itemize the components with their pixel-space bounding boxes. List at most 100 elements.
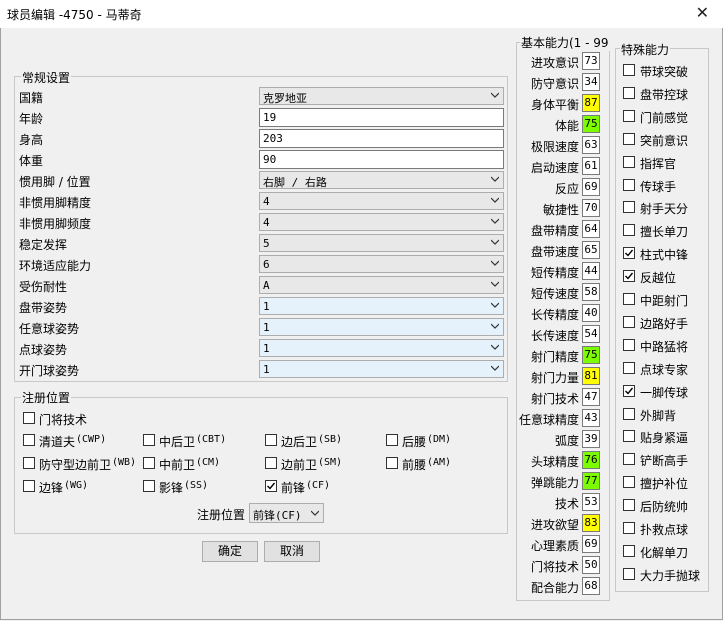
checkbox-box[interactable] <box>623 361 635 374</box>
position-code: (SM) <box>318 457 343 468</box>
ability-value[interactable]: 76 <box>582 451 600 469</box>
ability-value[interactable]: 34 <box>582 73 600 91</box>
checkbox-box[interactable] <box>623 407 635 420</box>
ability-value[interactable]: 58 <box>582 283 600 301</box>
checkbox-box[interactable] <box>623 567 635 580</box>
ability-value[interactable]: 53 <box>582 493 600 511</box>
ability-value[interactable]: 69 <box>582 535 600 553</box>
checkbox-box[interactable] <box>23 434 35 446</box>
ability-value[interactable]: 68 <box>582 577 600 595</box>
checkbox-box[interactable] <box>143 480 155 492</box>
ability-value[interactable]: 61 <box>582 157 600 175</box>
checkbox-box[interactable] <box>23 480 35 492</box>
ability-value[interactable]: 70 <box>582 199 600 217</box>
special-ability-label: 带球突破 <box>640 65 689 79</box>
checkbox-box[interactable] <box>623 315 635 328</box>
checkbox-box[interactable] <box>623 155 635 168</box>
setting-select[interactable]: 4 <box>259 192 504 210</box>
ability-value[interactable]: 40 <box>582 304 600 322</box>
checkbox-box[interactable] <box>23 457 35 469</box>
setting-select[interactable]: 克罗地亚 <box>259 87 504 105</box>
checkbox-box[interactable] <box>623 522 635 534</box>
setting-select[interactable]: 1 <box>259 360 504 378</box>
checkbox-box[interactable] <box>623 109 635 122</box>
special-abilities-legend: 特殊能力 <box>620 41 671 58</box>
ability-value[interactable]: 81 <box>582 367 600 385</box>
checkbox-box[interactable] <box>623 64 635 76</box>
checkbox-box[interactable] <box>623 544 635 557</box>
ability-value[interactable]: 87 <box>582 94 600 112</box>
ability-value[interactable]: 43 <box>582 409 600 427</box>
position-code: (DM) <box>427 434 452 445</box>
setting-select[interactable]: 5 <box>259 234 504 252</box>
checkbox-box[interactable] <box>386 457 398 469</box>
ability-value[interactable]: 39 <box>582 430 600 448</box>
setting-select[interactable]: A <box>259 276 504 294</box>
checkbox-box[interactable] <box>265 434 277 446</box>
special-ability-label: 贴身紧逼 <box>640 431 689 446</box>
checkbox-box[interactable] <box>623 476 635 489</box>
setting-label: 身高 <box>19 133 44 147</box>
setting-select[interactable]: 右脚 / 右路 <box>259 171 504 189</box>
checkbox-box[interactable] <box>623 338 635 351</box>
checkbox-box[interactable] <box>623 201 635 214</box>
setting-input[interactable]: 203 <box>259 129 504 148</box>
special-ability-label: 射手天分 <box>640 202 689 217</box>
ability-label: 进攻意识 <box>530 56 579 70</box>
ability-value[interactable]: 83 <box>582 514 600 532</box>
general-settings-legend: 常规设置 <box>21 69 72 86</box>
checkbox-box[interactable] <box>143 434 155 446</box>
ability-value[interactable]: 75 <box>582 346 600 364</box>
checkbox-box[interactable] <box>265 480 277 492</box>
checkbox-box[interactable] <box>623 178 635 191</box>
checkbox-box[interactable] <box>623 453 635 466</box>
ability-label: 盘带精度 <box>530 224 579 238</box>
registered-position-select[interactable]: 前锋(CF) <box>249 503 324 523</box>
checkbox-box[interactable] <box>143 457 155 469</box>
registered-position-value: 前锋(CF) <box>253 509 302 522</box>
ability-value[interactable]: 44 <box>582 262 600 280</box>
setting-input[interactable]: 19 <box>259 108 504 127</box>
checkbox-box[interactable] <box>623 247 635 260</box>
checkbox-box[interactable] <box>623 270 635 283</box>
position-code: (CBT) <box>196 434 227 445</box>
ability-value[interactable]: 54 <box>582 325 600 343</box>
setting-select[interactable]: 6 <box>259 255 504 273</box>
setting-input[interactable]: 90 <box>259 150 504 169</box>
ability-value[interactable]: 69 <box>582 178 600 196</box>
ability-value[interactable]: 75 <box>582 115 600 133</box>
ability-value[interactable]: 73 <box>582 52 600 70</box>
ability-value[interactable]: 63 <box>582 136 600 154</box>
close-icon[interactable]: ✕ <box>696 3 709 22</box>
cancel-button[interactable]: 取消 <box>264 541 320 562</box>
special-ability-label: 门前感觉 <box>640 110 689 125</box>
position-label: 中后卫 <box>159 435 196 449</box>
setting-select[interactable]: 4 <box>259 213 504 231</box>
setting-select-value: 克罗地亚 <box>263 92 307 105</box>
checkbox-box[interactable] <box>623 132 635 145</box>
checkbox-box[interactable] <box>623 86 635 99</box>
ability-value[interactable]: 50 <box>582 556 600 574</box>
ok-button[interactable]: 确定 <box>202 541 258 562</box>
ability-label: 防守意识 <box>530 77 579 91</box>
setting-select[interactable]: 1 <box>259 297 504 315</box>
ability-value[interactable]: 65 <box>582 241 600 259</box>
special-ability-label: 一脚传球 <box>640 385 689 400</box>
setting-label: 国籍 <box>19 91 44 105</box>
ability-value[interactable]: 77 <box>582 472 600 490</box>
checkbox-box[interactable] <box>623 384 635 397</box>
checkbox-box[interactable] <box>623 293 635 305</box>
checkbox-box[interactable] <box>623 430 635 443</box>
ability-value[interactable]: 47 <box>582 388 600 406</box>
position-label: 边后卫 <box>281 435 318 449</box>
ability-value[interactable]: 64 <box>582 220 600 238</box>
setting-select[interactable]: 1 <box>259 339 504 357</box>
checkbox-box[interactable] <box>623 224 635 237</box>
checkbox-box[interactable] <box>23 412 35 424</box>
setting-label: 惯用脚 / 位置 <box>19 175 91 189</box>
setting-select[interactable]: 1 <box>259 318 504 336</box>
setting-input-value: 203 <box>263 132 283 145</box>
checkbox-box[interactable] <box>386 434 398 446</box>
checkbox-box[interactable] <box>623 499 635 512</box>
checkbox-box[interactable] <box>265 457 277 469</box>
